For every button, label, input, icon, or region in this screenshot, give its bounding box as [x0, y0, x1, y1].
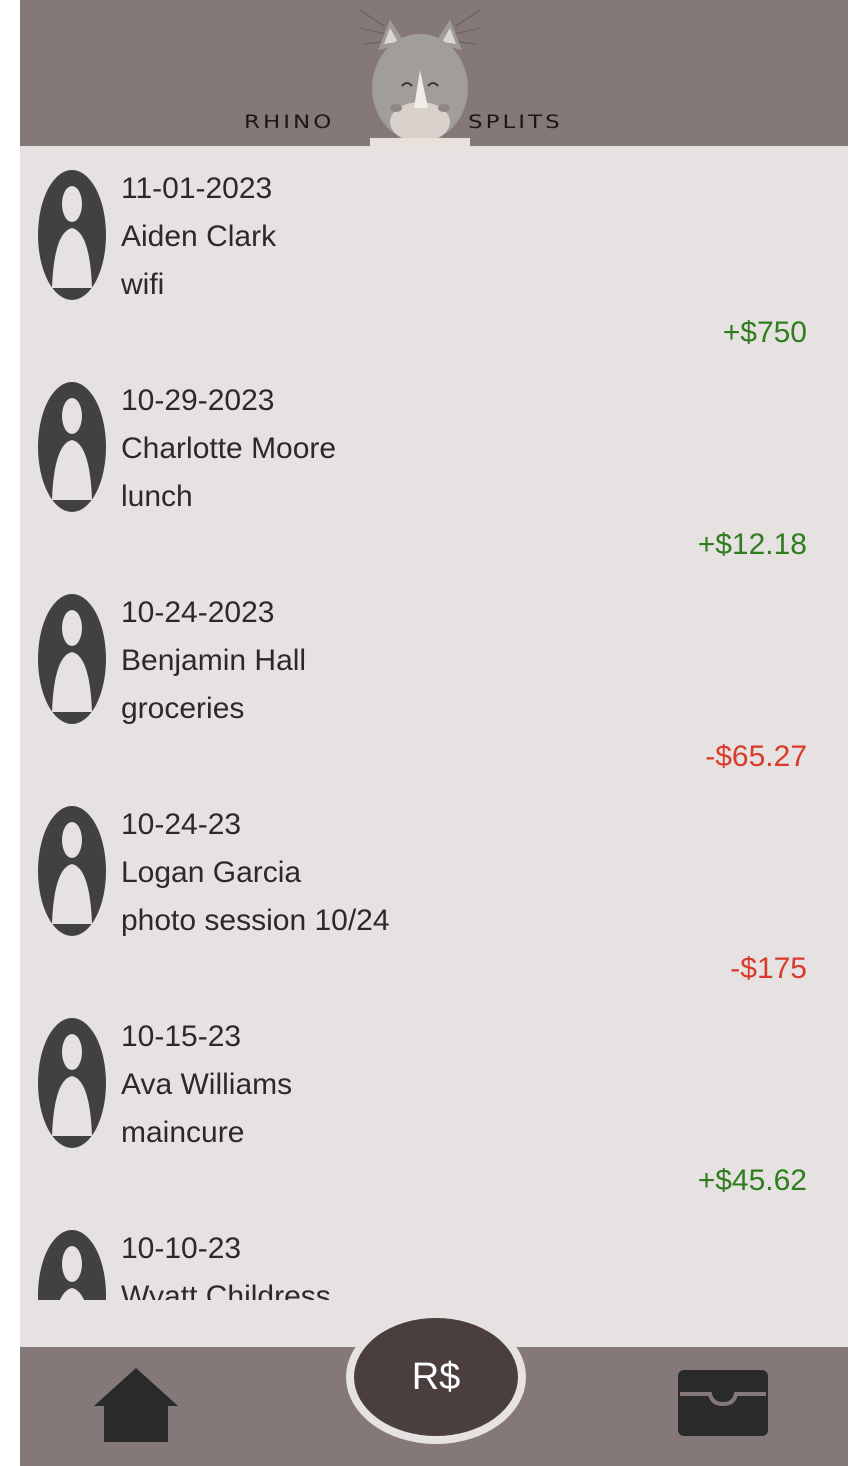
app-header: RHINO SPLITS — [20, 0, 848, 146]
transaction-description: photo session 10/24 — [121, 904, 390, 937]
transaction-row[interactable]: 10-15-23 Ava Williams maincure +$45.62 — [20, 994, 848, 1206]
transaction-row[interactable]: 10-10-23 Wyatt Childress — [20, 1206, 848, 1300]
transaction-person: Charlotte Moore — [121, 432, 337, 465]
transaction-row[interactable]: 11-01-2023 Aiden Clark wifi +$750 — [20, 146, 848, 358]
transaction-amount: +$12.18 — [697, 528, 807, 561]
transaction-person: Wyatt Childress — [121, 1280, 331, 1300]
transaction-date: 10-29-2023 — [121, 384, 275, 417]
user-avatar-icon — [38, 170, 106, 300]
transaction-amount: +$45.62 — [697, 1164, 807, 1197]
transaction-date: 10-24-23 — [121, 808, 242, 841]
wallet-icon[interactable] — [676, 1368, 770, 1438]
transaction-person: Benjamin Hall — [121, 644, 307, 677]
transaction-person: Logan Garcia — [121, 856, 302, 889]
app-screen: RHINO SPLITS 11-01-2023 Aiden Clark wifi… — [20, 0, 848, 1466]
transaction-date: 11-01-2023 — [121, 172, 273, 205]
logo-text-left: RHINO — [244, 112, 335, 133]
transaction-amount: +$750 — [722, 316, 807, 349]
transaction-row[interactable]: 10-24-23 Logan Garcia photo session 10/2… — [20, 782, 848, 994]
home-icon[interactable] — [92, 1366, 180, 1444]
transaction-list[interactable]: 11-01-2023 Aiden Clark wifi +$750 10-29-… — [20, 146, 848, 1300]
user-avatar-icon — [38, 594, 106, 724]
transaction-description: wifi — [121, 268, 165, 301]
user-avatar-icon — [38, 1018, 106, 1148]
transaction-description: groceries — [121, 692, 245, 725]
rs-button[interactable]: R$ — [346, 1310, 526, 1444]
logo-text-right: SPLITS — [468, 112, 563, 133]
transaction-person: Aiden Clark — [121, 220, 277, 253]
user-avatar-icon — [38, 1230, 106, 1300]
transaction-row[interactable]: 10-24-2023 Benjamin Hall groceries -$65.… — [20, 570, 848, 782]
transaction-date: 10-10-23 — [121, 1232, 242, 1265]
transaction-row[interactable]: 10-29-2023 Charlotte Moore lunch +$12.18 — [20, 358, 848, 570]
transaction-amount: -$65.27 — [705, 740, 807, 773]
transaction-description: maincure — [121, 1116, 245, 1149]
transaction-description: lunch — [121, 480, 193, 513]
transaction-person: Ava Williams — [121, 1068, 293, 1101]
transaction-amount: -$175 — [730, 952, 807, 985]
user-avatar-icon — [38, 382, 106, 512]
transaction-date: 10-15-23 — [121, 1020, 242, 1053]
transaction-date: 10-24-2023 — [121, 596, 275, 629]
user-avatar-icon — [38, 806, 106, 936]
